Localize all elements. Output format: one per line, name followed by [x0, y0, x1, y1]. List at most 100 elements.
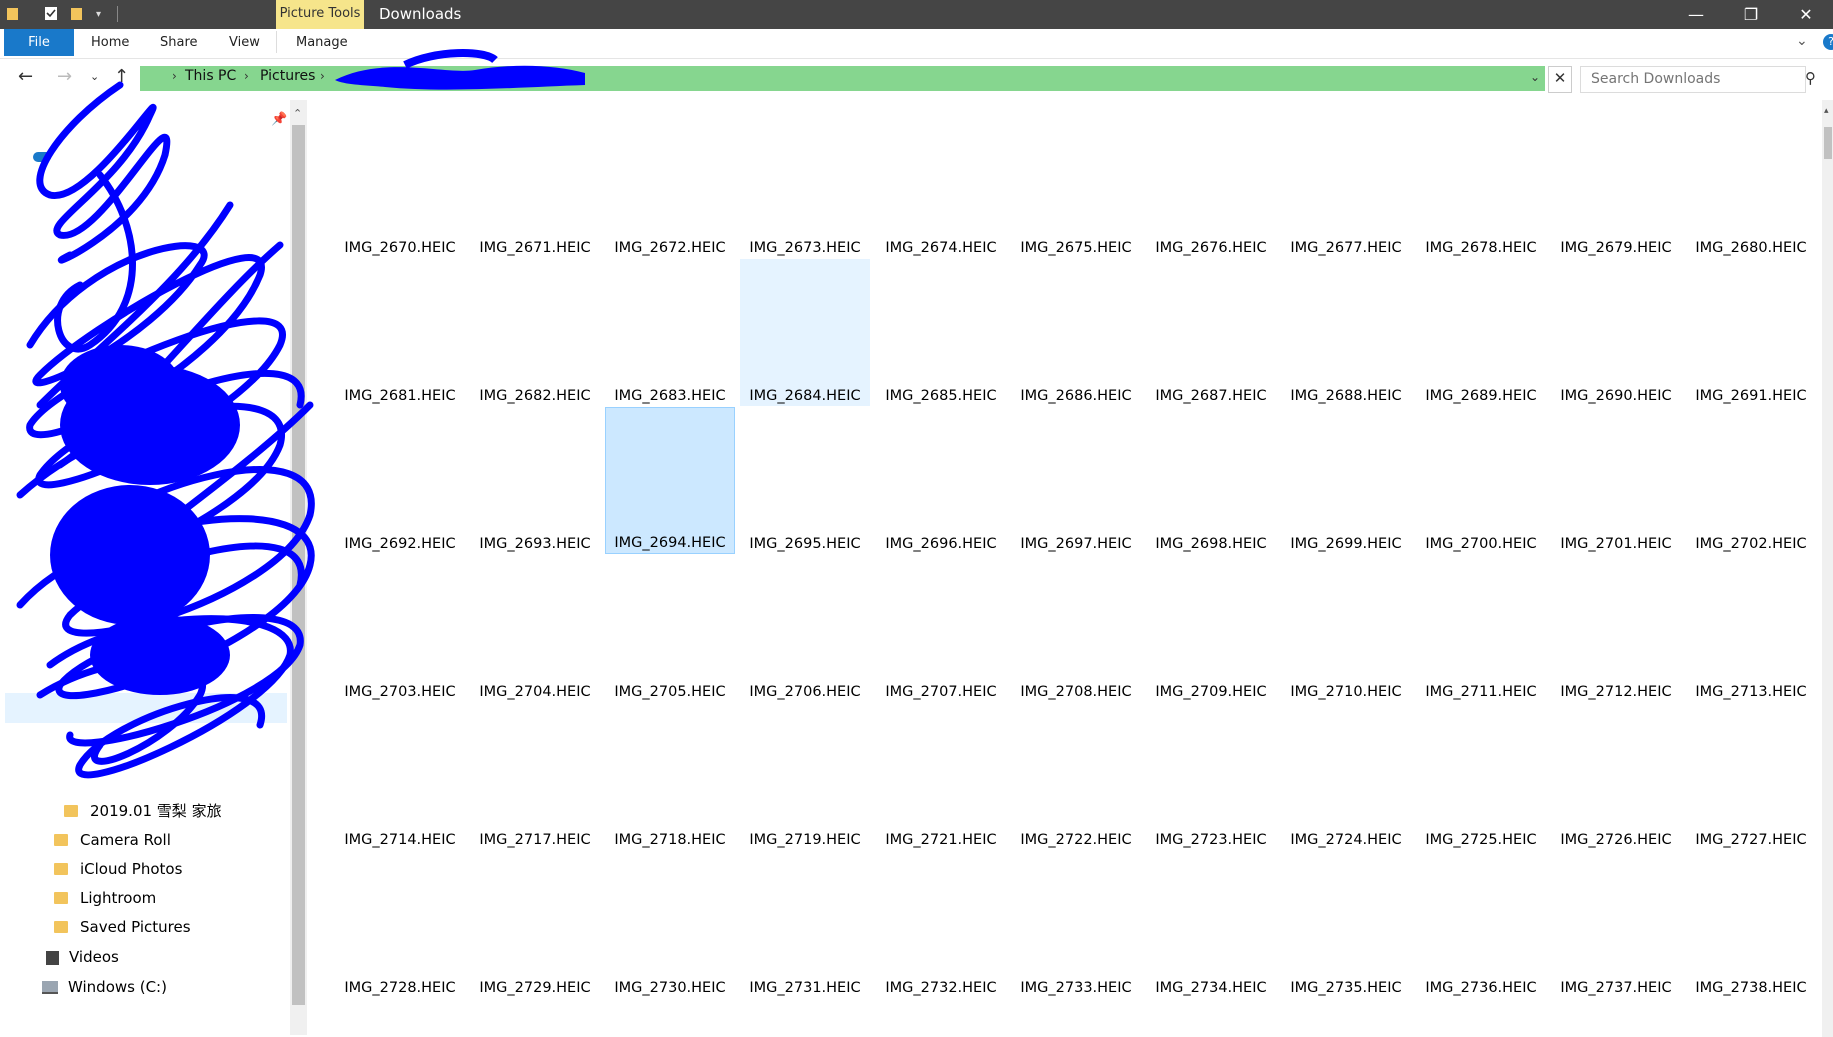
file-item[interactable]: IMG_2682.HEIC	[470, 259, 600, 406]
file-item[interactable]: IMG_2735.HEIC	[1281, 851, 1411, 998]
address-clear-button[interactable]: ✕	[1548, 66, 1572, 93]
file-item[interactable]: IMG_2721.HEIC	[876, 703, 1006, 850]
file-name-label: IMG_2708.HEIC	[1020, 684, 1132, 700]
file-item[interactable]: IMG_2729.HEIC	[470, 851, 600, 998]
file-name-label: IMG_2721.HEIC	[885, 832, 997, 848]
search-icon[interactable]: ⚲	[1805, 69, 1816, 87]
search-input[interactable]	[1589, 70, 1773, 88]
file-item[interactable]: IMG_2688.HEIC	[1281, 259, 1411, 406]
file-item[interactable]: IMG_2680.HEIC	[1686, 111, 1816, 258]
file-item[interactable]: IMG_2676.HEIC	[1146, 111, 1276, 258]
file-item[interactable]: IMG_2702.HEIC	[1686, 407, 1816, 554]
file-item[interactable]: IMG_2678.HEIC	[1416, 111, 1546, 258]
file-item[interactable]: IMG_2727.HEIC	[1686, 703, 1816, 850]
sidebar-item-windows-c[interactable]: Windows (C:)	[42, 974, 167, 1000]
scroll-up-arrow-icon[interactable]: ▴	[1824, 106, 1829, 116]
file-item[interactable]: IMG_2708.HEIC	[1011, 555, 1141, 702]
file-item[interactable]: IMG_2683.HEIC	[605, 259, 735, 406]
folder-icon	[54, 891, 68, 904]
file-item[interactable]: IMG_2673.HEIC	[740, 111, 870, 258]
file-item[interactable]: IMG_2698.HEIC	[1146, 407, 1276, 554]
file-item[interactable]: IMG_2686.HEIC	[1011, 259, 1141, 406]
file-item[interactable]: IMG_2700.HEIC	[1416, 407, 1546, 554]
file-item[interactable]: IMG_2693.HEIC	[470, 407, 600, 554]
file-item[interactable]: IMG_2689.HEIC	[1416, 259, 1546, 406]
file-item[interactable]: IMG_2704.HEIC	[470, 555, 600, 702]
file-item[interactable]: IMG_2699.HEIC	[1281, 407, 1411, 554]
file-item[interactable]: IMG_2731.HEIC	[740, 851, 870, 998]
file-item[interactable]: IMG_2738.HEIC	[1686, 851, 1816, 998]
file-item[interactable]: IMG_2730.HEIC	[605, 851, 735, 998]
sidebar-item-saved-pictures[interactable]: Saved Pictures	[54, 914, 191, 940]
file-item[interactable]: IMG_2685.HEIC	[876, 259, 1006, 406]
file-item[interactable]: IMG_2736.HEIC	[1416, 851, 1546, 998]
help-icon[interactable]: ?	[1823, 34, 1833, 50]
file-item[interactable]: IMG_2692.HEIC	[335, 407, 465, 554]
file-item[interactable]: IMG_2728.HEIC	[335, 851, 465, 998]
file-item[interactable]: IMG_2677.HEIC	[1281, 111, 1411, 258]
close-button[interactable]: ✕	[1780, 0, 1832, 29]
file-name-label: IMG_2719.HEIC	[749, 832, 861, 848]
maximize-button[interactable]: ❐	[1725, 0, 1777, 29]
file-item[interactable]: IMG_2713.HEIC	[1686, 555, 1816, 702]
file-item[interactable]: IMG_2687.HEIC	[1146, 259, 1276, 406]
file-name-label: IMG_2700.HEIC	[1425, 536, 1537, 552]
customize-quick-access-icon[interactable]: ▾	[96, 9, 101, 20]
title-bar	[0, 0, 1833, 29]
file-item[interactable]: IMG_2724.HEIC	[1281, 703, 1411, 850]
file-item[interactable]: IMG_2671.HEIC	[470, 111, 600, 258]
sidebar-item-videos[interactable]: Videos	[46, 944, 119, 970]
file-item[interactable]: IMG_2690.HEIC	[1551, 259, 1681, 406]
file-item[interactable]: IMG_2726.HEIC	[1551, 703, 1681, 850]
file-item[interactable]: IMG_2679.HEIC	[1551, 111, 1681, 258]
search-box[interactable]	[1580, 66, 1806, 93]
file-item[interactable]: IMG_2725.HEIC	[1416, 703, 1546, 850]
file-item[interactable]: IMG_2674.HEIC	[876, 111, 1006, 258]
file-item[interactable]: IMG_2707.HEIC	[876, 555, 1006, 702]
file-item[interactable]: IMG_2694.HEIC	[605, 407, 735, 554]
file-item[interactable]: IMG_2681.HEIC	[335, 259, 465, 406]
file-item[interactable]: IMG_2732.HEIC	[876, 851, 1006, 998]
file-item[interactable]: IMG_2723.HEIC	[1146, 703, 1276, 850]
minimize-button[interactable]: —	[1670, 0, 1722, 29]
properties-icon[interactable]	[44, 5, 58, 21]
file-list-scroll-thumb[interactable]	[1824, 127, 1832, 159]
file-item[interactable]: IMG_2710.HEIC	[1281, 555, 1411, 702]
file-item[interactable]: IMG_2684.HEIC	[740, 259, 870, 406]
file-item[interactable]: IMG_2703.HEIC	[335, 555, 465, 702]
file-item[interactable]: IMG_2705.HEIC	[605, 555, 735, 702]
file-item[interactable]: IMG_2675.HEIC	[1011, 111, 1141, 258]
expand-ribbon-chevron-icon[interactable]: ⌄	[1796, 33, 1808, 49]
file-item[interactable]: IMG_2711.HEIC	[1416, 555, 1546, 702]
file-item[interactable]: IMG_2706.HEIC	[740, 555, 870, 702]
file-name-label: IMG_2686.HEIC	[1020, 388, 1132, 404]
folder-icon[interactable]	[6, 5, 20, 21]
file-name-label: IMG_2688.HEIC	[1290, 388, 1402, 404]
file-item[interactable]: IMG_2701.HEIC	[1551, 407, 1681, 554]
file-item[interactable]: IMG_2672.HEIC	[605, 111, 735, 258]
file-item[interactable]: IMG_2695.HEIC	[740, 407, 870, 554]
file-list-scrollbar[interactable]	[1822, 100, 1833, 1037]
file-item[interactable]: IMG_2733.HEIC	[1011, 851, 1141, 998]
file-item[interactable]: IMG_2691.HEIC	[1686, 259, 1816, 406]
file-item[interactable]: IMG_2697.HEIC	[1011, 407, 1141, 554]
file-item[interactable]: IMG_2719.HEIC	[740, 703, 870, 850]
file-name-label: IMG_2713.HEIC	[1695, 684, 1807, 700]
file-item[interactable]: IMG_2714.HEIC	[335, 703, 465, 850]
file-item[interactable]: IMG_2712.HEIC	[1551, 555, 1681, 702]
file-item[interactable]: IMG_2737.HEIC	[1551, 851, 1681, 998]
file-item[interactable]: IMG_2734.HEIC	[1146, 851, 1276, 998]
file-item[interactable]: IMG_2722.HEIC	[1011, 703, 1141, 850]
file-name-label: IMG_2673.HEIC	[749, 240, 861, 256]
file-name-label: IMG_2670.HEIC	[344, 240, 456, 256]
sidebar-item-icloud-photos[interactable]: iCloud Photos	[54, 856, 182, 882]
address-history-dropdown-icon[interactable]: ⌄	[1530, 70, 1540, 84]
file-item[interactable]: IMG_2718.HEIC	[605, 703, 735, 850]
sidebar-item-lightroom[interactable]: Lightroom	[54, 885, 156, 911]
redaction-scribble	[16, 81, 315, 779]
file-item[interactable]: IMG_2717.HEIC	[470, 703, 600, 850]
file-item[interactable]: IMG_2670.HEIC	[335, 111, 465, 258]
file-item[interactable]: IMG_2696.HEIC	[876, 407, 1006, 554]
file-item[interactable]: IMG_2709.HEIC	[1146, 555, 1276, 702]
new-folder-icon[interactable]	[70, 5, 84, 21]
